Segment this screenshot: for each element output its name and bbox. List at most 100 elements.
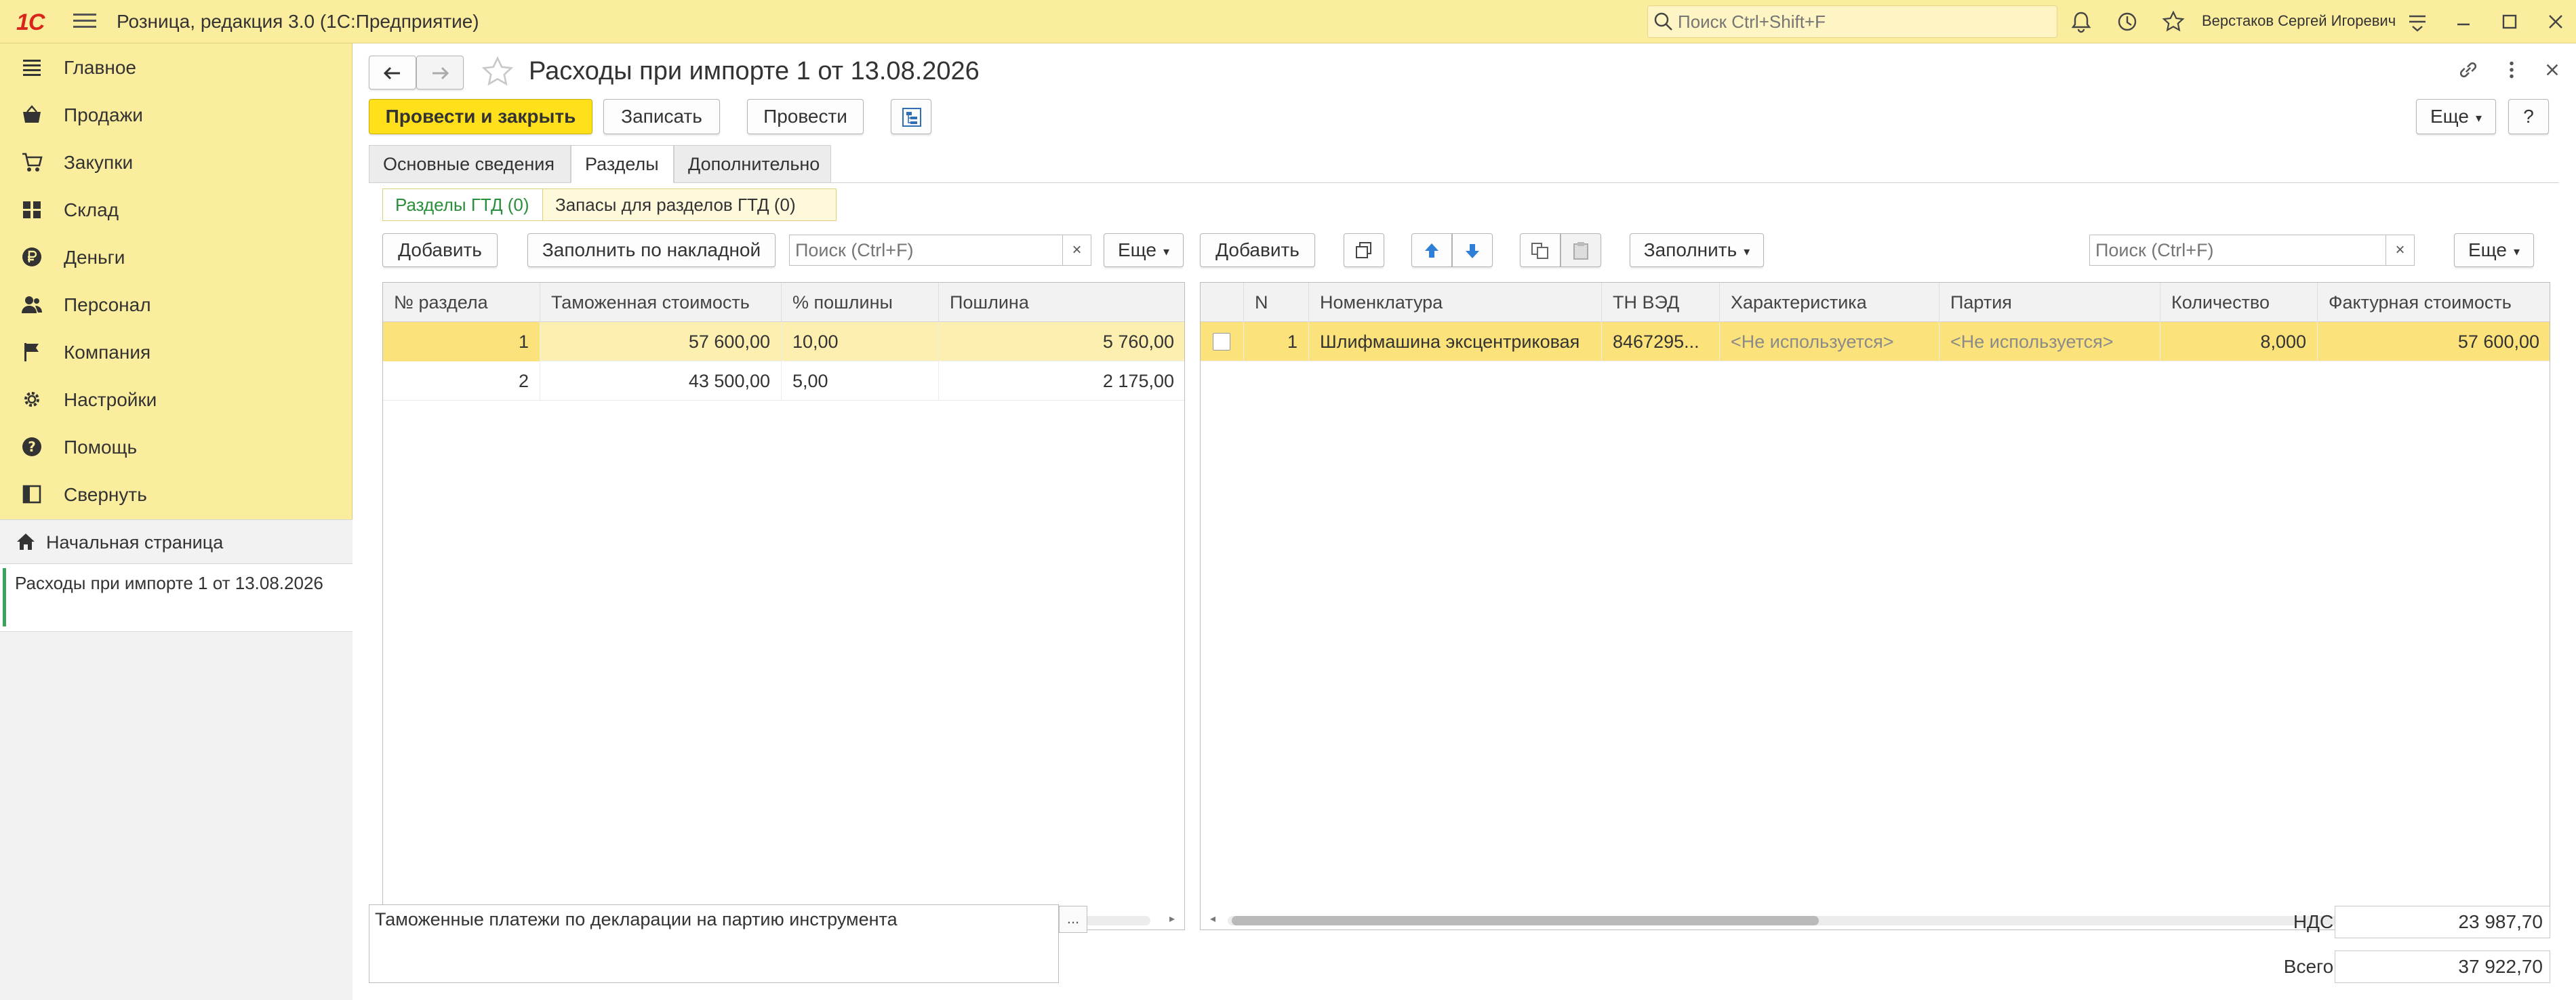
minimize-icon[interactable] <box>2451 9 2476 34</box>
right-more-button[interactable]: Еще ▾ <box>2454 233 2534 267</box>
close-window-icon[interactable] <box>2543 9 2568 34</box>
row-checkbox[interactable] <box>1213 333 1230 351</box>
invoice-value-cell[interactable]: 57 600,00 <box>2318 322 2550 361</box>
duty-percent-cell[interactable]: 10,00 <box>782 322 939 361</box>
history-icon[interactable] <box>2115 9 2139 34</box>
characteristic-cell[interactable]: <Не используется> <box>1720 322 1939 361</box>
table-row[interactable]: 1 57 600,00 10,00 5 760,00 <box>383 322 1184 361</box>
bell-icon[interactable] <box>2069 9 2093 34</box>
structure-button[interactable] <box>891 99 931 134</box>
section-main[interactable]: Главное <box>0 43 353 91</box>
link-icon[interactable] <box>2455 57 2481 83</box>
quantity-cell[interactable]: 8,000 <box>2160 322 2318 361</box>
section-purchases[interactable]: Закупки <box>0 138 353 186</box>
help-button[interactable]: ? <box>2508 99 2549 134</box>
more-vertical-icon[interactable] <box>2499 57 2524 83</box>
row-checkbox-cell[interactable] <box>1201 322 1244 361</box>
section-warehouse[interactable]: Склад <box>0 186 353 233</box>
global-search[interactable] <box>1647 5 2057 38</box>
fill-label: Заполнить <box>1643 239 1737 260</box>
main-menu-icon[interactable] <box>73 9 96 33</box>
right-add-button[interactable]: Добавить <box>1200 233 1315 267</box>
section-collapse[interactable]: Свернуть <box>0 471 353 518</box>
tab-main-info[interactable]: Основные сведения <box>369 145 571 183</box>
gtd-sections-table[interactable]: № раздела Таможенная стоимость % пошлины… <box>382 282 1185 930</box>
move-up-button[interactable] <box>1411 233 1452 267</box>
section-settings[interactable]: Настройки <box>0 376 353 423</box>
dropdown-caret-icon: ▾ <box>2475 111 2482 125</box>
left-more-button[interactable]: Еще ▾ <box>1104 233 1184 267</box>
column-header[interactable]: Фактурная стоимость <box>2318 283 2550 322</box>
subtab-gtd-sections[interactable]: Разделы ГТД (0) <box>383 189 543 220</box>
section-company[interactable]: Компания <box>0 328 353 376</box>
scroll-left-icon[interactable]: ◂ <box>1210 912 1215 925</box>
tab-sections[interactable]: Разделы <box>571 145 674 183</box>
copy-row-button[interactable] <box>1344 233 1384 267</box>
item-cell[interactable]: Шлифмашина эксцентриковая <box>1309 322 1602 361</box>
paste-from-clipboard-button[interactable] <box>1561 233 1601 267</box>
vat-value: 23 987,70 <box>2335 906 2550 938</box>
column-header[interactable]: Пошлина <box>939 283 1184 322</box>
fill-button[interactable]: Заполнить ▾ <box>1630 233 1764 267</box>
section-staff[interactable]: Персонал <box>0 281 353 328</box>
column-header[interactable]: ТН ВЭД <box>1602 283 1720 322</box>
scroll-right-icon[interactable]: ▸ <box>1169 912 1175 925</box>
move-down-button[interactable] <box>1452 233 1493 267</box>
left-search[interactable]: × <box>789 235 1091 266</box>
batch-cell[interactable]: <Не используется> <box>1939 322 2160 361</box>
settings-lines-icon[interactable] <box>2405 9 2430 34</box>
scroll-thumb[interactable] <box>1232 916 1819 925</box>
hs-code-cell[interactable]: 8467295... <box>1602 322 1720 361</box>
column-header[interactable]: Партия <box>1939 283 2160 322</box>
save-button[interactable]: Записать <box>603 99 720 134</box>
section-number-cell[interactable]: 2 <box>383 361 540 401</box>
customs-value-cell[interactable]: 57 600,00 <box>540 322 782 361</box>
left-search-input[interactable] <box>795 239 1053 261</box>
column-header[interactable]: Номенклатура <box>1309 283 1602 322</box>
column-header[interactable]: Характеристика <box>1720 283 1939 322</box>
maximize-icon[interactable] <box>2497 9 2522 34</box>
left-search-clear-icon[interactable]: × <box>1062 235 1091 265</box>
copy-to-clipboard-button[interactable] <box>1520 233 1561 267</box>
post-button[interactable]: Провести <box>747 99 864 134</box>
form-more-button[interactable]: Еще ▾ <box>2416 99 2496 134</box>
back-button[interactable] <box>369 56 416 89</box>
close-form-icon[interactable] <box>2539 57 2565 83</box>
column-header[interactable]: % пошлины <box>782 283 939 322</box>
comment-edit-button[interactable]: ... <box>1059 906 1087 933</box>
favorites-star-icon[interactable] <box>2161 9 2186 34</box>
column-header[interactable]: N <box>1244 283 1309 322</box>
subtab-gtd-stocks[interactable]: Запасы для разделов ГТД (0) <box>543 189 836 220</box>
home-page-link[interactable]: Начальная страница <box>0 519 353 564</box>
left-add-button[interactable]: Добавить <box>382 233 498 267</box>
column-header[interactable]: № раздела <box>383 283 540 322</box>
duty-percent-cell[interactable]: 5,00 <box>782 361 939 401</box>
global-search-input[interactable] <box>1678 10 2051 33</box>
section-number-cell[interactable]: 1 <box>383 322 540 361</box>
table-row[interactable]: 1 Шлифмашина эксцентриковая 8467295... <… <box>1201 322 2550 361</box>
right-search[interactable]: × <box>2089 235 2415 266</box>
section-sales[interactable]: Продажи <box>0 91 353 138</box>
favorite-star-icon[interactable] <box>480 54 515 89</box>
fill-by-invoice-button[interactable]: Заполнить по накладной <box>527 233 776 267</box>
line-number-cell[interactable]: 1 <box>1244 322 1309 361</box>
post-and-close-button[interactable]: Провести и закрыть <box>369 99 592 134</box>
customs-value-cell[interactable]: 43 500,00 <box>540 361 782 401</box>
user-name[interactable]: Верстаков Сергей Игоревич <box>2202 12 2396 30</box>
duty-cell[interactable]: 2 175,00 <box>939 361 1184 401</box>
hierarchy-icon <box>902 108 921 127</box>
duty-cell[interactable]: 5 760,00 <box>939 322 1184 361</box>
section-label: Деньги <box>64 247 125 268</box>
forward-button[interactable] <box>416 56 464 89</box>
tab-additional[interactable]: Дополнительно <box>674 145 831 183</box>
section-help[interactable]: ? Помощь <box>0 423 353 471</box>
right-search-input[interactable] <box>2095 239 2373 261</box>
gtd-stocks-table[interactable]: N Номенклатура ТН ВЭД Характеристика Пар… <box>1200 282 2550 930</box>
open-window-item[interactable]: Расходы при импорте 1 от 13.08.2026 <box>0 564 353 632</box>
right-search-clear-icon[interactable]: × <box>2386 235 2414 265</box>
comment-field[interactable]: Таможенные платежи по декларации на парт… <box>369 904 1059 983</box>
table-row[interactable]: 2 43 500,00 5,00 2 175,00 <box>383 361 1184 401</box>
column-header[interactable]: Таможенная стоимость <box>540 283 782 322</box>
section-money[interactable]: Деньги <box>0 233 353 281</box>
column-header[interactable]: Количество <box>2160 283 2318 322</box>
